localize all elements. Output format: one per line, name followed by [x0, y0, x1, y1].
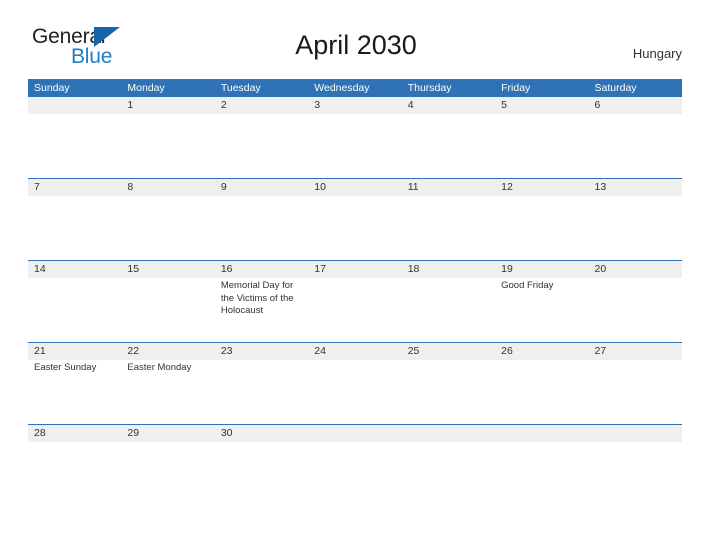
weekday-header-monday: Monday — [127, 82, 165, 94]
day-number: 25 — [407, 345, 420, 357]
day-number: 15 — [127, 263, 140, 275]
day-number: 16 — [220, 263, 233, 275]
weekday-header-saturday: Saturday — [594, 82, 637, 94]
day-number: 22 — [127, 345, 140, 357]
day-events: Memorial Day for the Victims of the Holo… — [221, 280, 303, 318]
day-number: 3 — [314, 99, 321, 111]
day-number: 4 — [407, 99, 414, 111]
weekday-header-row: Sunday Monday Tuesday Wednesday Thursday… — [28, 79, 682, 97]
day-cell[interactable]: 7 — [28, 179, 121, 260]
weekday-header-sunday: Sunday — [34, 82, 70, 94]
day-events: Easter Sunday — [34, 362, 116, 375]
day-cell[interactable]: 28 — [28, 425, 121, 506]
week-grid: 28 29 30 — [28, 425, 682, 506]
weekday-header-friday: Friday — [501, 82, 531, 94]
day-cell[interactable]: 23 — [215, 343, 308, 424]
day-cell[interactable]: 18 — [402, 261, 495, 342]
day-number: 10 — [314, 181, 326, 193]
day-number: 23 — [220, 345, 233, 357]
day-cell[interactable]: 24 — [308, 343, 401, 424]
holiday-label: Memorial Day for the Victims of the Holo… — [220, 280, 294, 316]
day-cell[interactable]: 16 Memorial Day for the Victims of the Ho… — [215, 261, 308, 342]
day-number: 8 — [127, 181, 134, 193]
day-cell[interactable]: 9 — [215, 179, 308, 260]
day-cell[interactable]: 5 — [495, 97, 588, 178]
holiday-label: Good Friday — [501, 280, 554, 291]
day-number: 18 — [407, 263, 420, 275]
weekday-header-tuesday: Tuesday — [220, 82, 261, 94]
calendar-week-row: 7 8 9 10 11 12 13 — [28, 178, 682, 260]
day-number: 17 — [314, 263, 326, 275]
day-cell[interactable]: 29 — [121, 425, 214, 506]
day-cell[interactable]: 1 — [121, 97, 214, 178]
calendar-weeks: 1 2 3 4 5 6 7 8 9 10 11 12 13 14 15 16 Memorial Day for … — [28, 97, 682, 506]
day-number: 26 — [501, 345, 513, 357]
day-cell[interactable]: 21 Easter Sunday — [28, 343, 121, 424]
calendar-week-row: 21 Easter Sunday 22 Easter Monday 23 24 25 26 27 — [28, 342, 682, 424]
day-number: 28 — [34, 427, 46, 439]
day-number: 6 — [594, 99, 601, 111]
day-number: 27 — [594, 345, 607, 357]
day-cell-empty — [308, 425, 401, 506]
day-cell[interactable]: 20 — [589, 261, 682, 342]
day-cell[interactable]: 22 Easter Monday — [121, 343, 214, 424]
day-cell[interactable]: 6 — [589, 97, 682, 178]
day-cell-empty — [28, 97, 121, 178]
country-label: Hungary — [632, 46, 682, 61]
day-number: 13 — [594, 181, 607, 193]
day-cell[interactable]: 4 — [402, 97, 495, 178]
day-number: 30 — [220, 427, 233, 439]
day-number: 14 — [34, 263, 46, 275]
day-number: 11 — [407, 181, 419, 193]
day-cell[interactable]: 30 — [215, 425, 308, 506]
day-cell[interactable]: 14 — [28, 261, 121, 342]
day-cell[interactable]: 3 — [308, 97, 401, 178]
week-grid: 7 8 9 10 11 12 13 — [28, 179, 682, 260]
day-cell[interactable]: 19 Good Friday — [495, 261, 588, 342]
day-cell[interactable]: 27 — [589, 343, 682, 424]
day-number: 5 — [501, 99, 507, 111]
calendar-week-row: 14 15 16 Memorial Day for the Victims of th… — [28, 260, 682, 342]
page-header: General Blue April 2030 Hungary — [0, 0, 712, 67]
calendar-grid: Sunday Monday Tuesday Wednesday Thursday… — [28, 79, 682, 506]
day-cell[interactable]: 12 — [495, 179, 588, 260]
week-grid: 21 Easter Sunday 22 Easter Monday 23 24 25 26 27 — [28, 343, 682, 424]
day-number: 24 — [314, 345, 326, 357]
day-number: 29 — [127, 427, 140, 439]
calendar-week-row: 1 2 3 4 5 6 — [28, 97, 682, 178]
weekday-header-wednesday: Wednesday — [314, 82, 370, 94]
day-cell-empty — [589, 425, 682, 506]
day-number: 1 — [127, 99, 134, 111]
holiday-label: Easter Sunday — [34, 362, 97, 373]
day-number: 20 — [594, 263, 607, 275]
day-events: Easter Monday — [127, 362, 209, 375]
page-title: April 2030 — [295, 30, 417, 60]
day-events: Good Friday — [501, 280, 583, 293]
day-number: 19 — [501, 263, 513, 275]
day-cell[interactable]: 10 — [308, 179, 401, 260]
day-number: 12 — [501, 181, 513, 193]
day-number: 9 — [220, 181, 227, 193]
day-cell[interactable]: 8 — [121, 179, 214, 260]
day-cell-empty — [402, 425, 495, 506]
day-cell[interactable]: 26 — [495, 343, 588, 424]
calendar-week-row: 28 29 30 — [28, 424, 682, 506]
day-number: 21 — [34, 345, 46, 357]
weekday-header-thursday: Thursday — [407, 82, 452, 94]
holiday-label: Easter Monday — [127, 362, 192, 373]
day-cell-empty — [495, 425, 588, 506]
day-cell[interactable]: 2 — [215, 97, 308, 178]
day-cell[interactable]: 11 — [402, 179, 495, 260]
day-cell[interactable]: 25 — [402, 343, 495, 424]
week-grid: 14 15 16 Memorial Day for the Victims of th… — [28, 261, 682, 342]
day-cell[interactable]: 15 — [121, 261, 214, 342]
day-cell[interactable]: 13 — [589, 179, 682, 260]
day-cell[interactable]: 17 — [308, 261, 401, 342]
day-number: 2 — [220, 99, 227, 111]
week-grid: 1 2 3 4 5 6 — [28, 97, 682, 178]
day-number: 7 — [34, 181, 40, 193]
